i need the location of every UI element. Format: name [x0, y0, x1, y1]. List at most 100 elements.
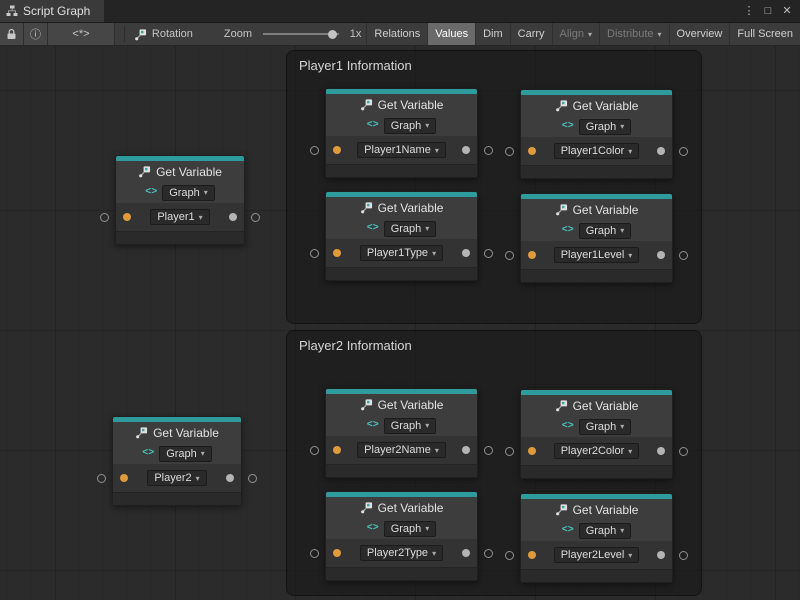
connection-point-right[interactable]	[484, 446, 493, 455]
input-port[interactable]	[528, 447, 536, 455]
connection-point-left[interactable]	[505, 147, 514, 156]
input-port[interactable]	[528, 551, 536, 559]
variable-kind-dropdown[interactable]: Graph▾	[579, 523, 632, 539]
variable-kind-dropdown[interactable]: Graph▾	[579, 223, 632, 239]
output-port[interactable]	[226, 474, 234, 482]
input-port[interactable]	[528, 251, 536, 259]
connection-point-right[interactable]	[484, 549, 493, 558]
node-get-variable-player2name[interactable]: Get Variable<>Graph▾Player2Name▾	[325, 388, 478, 478]
toolbar-button-dim[interactable]: Dim	[475, 23, 510, 45]
variable-name-dropdown[interactable]: Player1Type▾	[360, 245, 443, 261]
toolbar-button-relations[interactable]: Relations	[366, 23, 427, 45]
input-port[interactable]	[123, 213, 131, 221]
connection-point-left[interactable]	[505, 447, 514, 456]
node-port-row: Player1Name▾	[326, 136, 477, 164]
toolbar-button-values[interactable]: Values	[427, 23, 475, 45]
lock-button[interactable]	[0, 23, 24, 45]
node-get-variable-player2[interactable]: Get Variable<>Graph▾Player2▾	[112, 416, 242, 506]
zoom-slider-knob[interactable]	[328, 30, 337, 39]
connection-point-right[interactable]	[679, 147, 688, 156]
toolbar-button-label: Values	[435, 28, 468, 40]
node-title: Get Variable	[378, 98, 444, 112]
variable-name-dropdown[interactable]: Player1▾	[150, 209, 209, 225]
toolbar-button-overview[interactable]: Overview	[669, 23, 730, 45]
variables-button[interactable]: <*>	[48, 23, 115, 45]
get-variable-icon	[138, 165, 151, 178]
connection-point-left[interactable]	[100, 213, 109, 222]
connection-point-right[interactable]	[679, 551, 688, 560]
connection-point-left[interactable]	[310, 549, 319, 558]
variable-kind-dropdown[interactable]: Graph▾	[384, 418, 437, 434]
connection-point-left[interactable]	[310, 446, 319, 455]
connection-point-right[interactable]	[679, 251, 688, 260]
node-get-variable-player1color[interactable]: Get Variable<>Graph▾Player1Color▾	[520, 89, 673, 179]
caret-down-icon: ▾	[425, 421, 429, 430]
connection-point-right[interactable]	[248, 474, 257, 483]
toolbar-button-carry[interactable]: Carry	[510, 23, 552, 45]
output-port[interactable]	[657, 447, 665, 455]
variable-name-dropdown[interactable]: Player1Color▾	[554, 143, 640, 159]
node-get-variable-player2color[interactable]: Get Variable<>Graph▾Player2Color▾	[520, 389, 673, 479]
close-icon[interactable]: ✕	[779, 1, 795, 21]
input-port[interactable]	[528, 147, 536, 155]
variable-kind-dropdown[interactable]: Graph▾	[384, 521, 437, 537]
output-port[interactable]	[462, 549, 470, 557]
variable-kind-dropdown[interactable]: Graph▾	[162, 185, 215, 201]
node-get-variable-player1[interactable]: Get Variable<>Graph▾Player1▾	[115, 155, 245, 245]
caret-down-icon: ▾	[432, 549, 436, 558]
output-port[interactable]	[462, 446, 470, 454]
tab-script-graph[interactable]: Script Graph	[0, 0, 104, 22]
variable-kind-dropdown[interactable]: Graph▾	[384, 118, 437, 134]
node-get-variable-player1type[interactable]: Get Variable<>Graph▾Player1Type▾	[325, 191, 478, 281]
inspector-button[interactable]: ⓘ	[24, 23, 48, 45]
connection-point-left[interactable]	[505, 251, 514, 260]
maximize-icon[interactable]: □	[760, 1, 776, 21]
connection-point-right[interactable]	[251, 213, 260, 222]
variable-name-dropdown[interactable]: Player1Name▾	[357, 142, 446, 158]
variable-kind-dropdown[interactable]: Graph▾	[579, 419, 632, 435]
connection-point-right[interactable]	[484, 146, 493, 155]
node-get-variable-player1level[interactable]: Get Variable<>Graph▾Player1Level▾	[520, 193, 673, 283]
connection-point-left[interactable]	[310, 146, 319, 155]
node-subheader: <>Graph▾	[521, 416, 672, 437]
output-port[interactable]	[657, 551, 665, 559]
menu-icon[interactable]: ⋮	[741, 1, 757, 21]
connection-point-right[interactable]	[484, 249, 493, 258]
variable-kind-dropdown[interactable]: Graph▾	[159, 446, 212, 462]
connection-point-left[interactable]	[97, 474, 106, 483]
variable-kind-dropdown-label: Graph	[391, 223, 422, 235]
node-get-variable-player2level[interactable]: Get Variable<>Graph▾Player2Level▾	[520, 493, 673, 583]
input-port[interactable]	[333, 146, 341, 154]
connection-point-left[interactable]	[505, 551, 514, 560]
variable-name-dropdown[interactable]: Player2Name▾	[357, 442, 446, 458]
variable-name-dropdown[interactable]: Player2Level▾	[554, 547, 640, 563]
variable-kind-dropdown[interactable]: Graph▾	[384, 221, 437, 237]
variable-name-dropdown[interactable]: Player1Level▾	[554, 247, 640, 263]
graph-kind-icon: <>	[367, 120, 379, 131]
input-port[interactable]	[333, 549, 341, 557]
node-get-variable-player1name[interactable]: Get Variable <> Graph▾ Player1Name▾	[325, 88, 478, 178]
zoom-slider[interactable]	[263, 33, 339, 35]
output-port[interactable]	[462, 146, 470, 154]
toolbar-button-label: Relations	[374, 28, 420, 40]
variable-kind-dropdown[interactable]: Graph▾	[579, 119, 632, 135]
output-port[interactable]	[462, 249, 470, 257]
toolbar-button-distribute: Distribute▾	[599, 23, 668, 45]
caret-down-icon: ▾	[628, 551, 632, 560]
input-port[interactable]	[333, 446, 341, 454]
variable-name-dropdown[interactable]: Player2Color▾	[554, 443, 640, 459]
input-port[interactable]	[333, 249, 341, 257]
input-port[interactable]	[120, 474, 128, 482]
graph-canvas[interactable]: Player1 InformationPlayer2 InformationGe…	[0, 46, 800, 600]
node-get-variable-player2type[interactable]: Get Variable<>Graph▾Player2Type▾	[325, 491, 478, 581]
output-port[interactable]	[657, 251, 665, 259]
connection-point-left[interactable]	[310, 249, 319, 258]
output-port[interactable]	[657, 147, 665, 155]
variable-name-dropdown[interactable]: Player2▾	[147, 470, 206, 486]
node-port-row: Player2Level▾	[521, 541, 672, 569]
caret-down-icon: ▾	[196, 474, 200, 483]
output-port[interactable]	[229, 213, 237, 221]
toolbar-button-full-screen[interactable]: Full Screen	[729, 23, 800, 45]
connection-point-right[interactable]	[679, 447, 688, 456]
variable-name-dropdown[interactable]: Player2Type▾	[360, 545, 443, 561]
